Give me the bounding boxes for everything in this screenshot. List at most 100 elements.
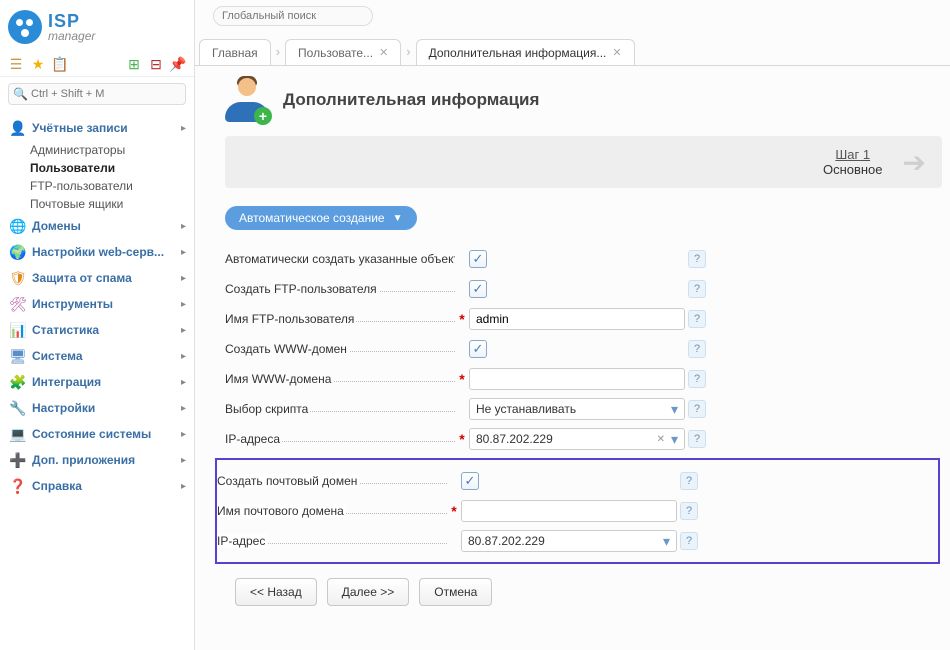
help-icon[interactable]: ?	[688, 400, 706, 418]
ip_addrs-select[interactable]: 80.87.202.229✕▾	[469, 428, 685, 450]
help-icon[interactable]: ?	[688, 310, 706, 328]
script-select[interactable]: Не устанавливать▾	[469, 398, 685, 420]
back-button[interactable]: << Назад	[235, 578, 317, 606]
help-icon[interactable]: ?	[680, 502, 698, 520]
nav-group-label: Учётные записи	[32, 121, 175, 135]
help-cell: ?	[685, 370, 709, 388]
mail_create-checkbox[interactable]: ✓	[461, 472, 479, 490]
nav-group-0[interactable]: 👤 Учётные записи ▸	[0, 115, 194, 141]
collapse-icon[interactable]: ⊟	[148, 56, 164, 72]
page-title: Дополнительная информация	[283, 90, 539, 110]
help-cell: ?	[677, 472, 701, 490]
step-indicator[interactable]: Шаг 1 Основное	[823, 147, 883, 177]
nav-sub-item[interactable]: Администраторы	[0, 141, 194, 159]
help-cell: ?	[685, 280, 709, 298]
required-mark: *	[455, 311, 469, 327]
nav-group-9[interactable]: 💻Состояние системы▸	[0, 421, 194, 447]
nav-group-8[interactable]: 🔧Настройки▸	[0, 395, 194, 421]
www_create-checkbox[interactable]: ✓	[469, 340, 487, 358]
sidebar-search-input[interactable]	[8, 83, 186, 105]
nav-group-2[interactable]: 🌍Настройки web-серв...▸	[0, 239, 194, 265]
field-cell: 80.87.202.229▾	[461, 530, 677, 552]
page-header-icon: +	[225, 78, 269, 122]
help-cell: ?	[677, 532, 701, 550]
sidebar-toolbar: ☰ ★ 📋 ⊞ ⊟ 📌	[0, 52, 194, 77]
tab-2[interactable]: Дополнительная информация... ✕	[416, 39, 635, 65]
www_name-input[interactable]	[469, 368, 685, 390]
ftp_name-input[interactable]	[469, 308, 685, 330]
nav-group-label: Справка	[32, 479, 175, 493]
nav-group-icon: ➕	[10, 452, 26, 468]
help-icon[interactable]: ?	[688, 430, 706, 448]
form-row-ip_addrs: IP-адреса*80.87.202.229✕▾?	[225, 424, 950, 454]
button-row: << Назад Далее >> Отмена	[235, 578, 950, 606]
help-icon[interactable]: ?	[688, 370, 706, 388]
chevron-right-icon: ▸	[181, 351, 186, 362]
select-value: Не устанавливать	[476, 402, 665, 416]
cancel-button[interactable]: Отмена	[419, 578, 492, 606]
tab-1[interactable]: Пользовате...✕	[285, 39, 401, 65]
form-row-auto_create: Автоматически создать указанные объекты✓…	[225, 244, 950, 274]
nav-sub-item[interactable]: Почтовые ящики	[0, 195, 194, 213]
expand-icon[interactable]: ⊞	[126, 56, 142, 72]
tab-0[interactable]: Главная	[199, 39, 271, 65]
clipboard-icon[interactable]: 📋	[52, 56, 68, 72]
close-icon[interactable]: ✕	[379, 46, 388, 59]
required-mark: *	[447, 503, 461, 519]
nav-group-4[interactable]: 🛠Инструменты▸	[0, 291, 194, 317]
chevron-down-icon: ▾	[671, 432, 678, 446]
nav-sub-item[interactable]: Пользователи	[0, 159, 194, 177]
global-search-input[interactable]	[213, 6, 373, 26]
chevron-down-icon: ▾	[663, 534, 670, 548]
nav-group-6[interactable]: 🖥Система▸	[0, 343, 194, 369]
nav-group-7[interactable]: 🧩Интеграция▸	[0, 369, 194, 395]
form-row-ftp_create: Создать FTP-пользователя✓?	[225, 274, 950, 304]
nav-group-icon: 🌐	[10, 218, 26, 234]
help-icon[interactable]: ?	[680, 472, 698, 490]
chevron-right-icon: ▸	[181, 123, 186, 134]
nav-group-icon: 👤	[10, 120, 26, 136]
nav-sub-item[interactable]: FTP-пользователи	[0, 177, 194, 195]
clear-icon[interactable]: ✕	[657, 434, 665, 445]
search-icon: 🔍	[13, 87, 28, 101]
mail_name-input[interactable]	[461, 500, 677, 522]
help-icon[interactable]: ?	[688, 340, 706, 358]
help-icon[interactable]: ?	[680, 532, 698, 550]
nav-group-icon: 💻	[10, 426, 26, 442]
required-mark: *	[455, 431, 469, 447]
nav-group-icon: 🖥	[10, 348, 26, 364]
ftp_create-checkbox[interactable]: ✓	[469, 280, 487, 298]
chevron-down-icon: ▼	[393, 213, 403, 224]
mail_ip-select[interactable]: 80.87.202.229▾	[461, 530, 677, 552]
nav-group-1[interactable]: 🌐Домены▸	[0, 213, 194, 239]
section-header[interactable]: Автоматическое создание ▼	[225, 206, 417, 230]
form-row-ftp_name: Имя FTP-пользователя*?	[225, 304, 950, 334]
nav: 👤 Учётные записи ▸ АдминистраторыПользовате…	[0, 111, 194, 509]
help-icon[interactable]: ?	[688, 280, 706, 298]
form-row-script: Выбор скрипта Не устанавливать▾?	[225, 394, 950, 424]
nav-group-11[interactable]: ❓Справка▸	[0, 473, 194, 499]
nav-group-icon: 🌍	[10, 244, 26, 260]
auto_create-checkbox[interactable]: ✓	[469, 250, 487, 268]
help-icon[interactable]: ?	[688, 250, 706, 268]
favorite-icon[interactable]: ★	[30, 56, 46, 72]
nav-group-label: Настройки web-серв...	[32, 245, 175, 259]
tab-label: Дополнительная информация...	[429, 46, 607, 60]
nav-group-label: Настройки	[32, 401, 175, 415]
nav-group-5[interactable]: 📊Статистика▸	[0, 317, 194, 343]
toolbar-list-icon[interactable]: ☰	[8, 56, 24, 72]
pin-icon[interactable]: 📌	[170, 56, 186, 72]
nav-group-icon: 🧩	[10, 374, 26, 390]
highlight-box: Создать почтовый домен✓?Имя почтового до…	[215, 458, 940, 564]
tabs-bar: Главная›Пользовате...✕›Дополнительная ин…	[195, 38, 950, 66]
nav-group-3[interactable]: 🛡Защита от спама▸	[0, 265, 194, 291]
chevron-right-icon: ▸	[181, 325, 186, 336]
next-button[interactable]: Далее >>	[327, 578, 410, 606]
close-icon[interactable]: ✕	[612, 46, 621, 59]
section-header-label: Автоматическое создание	[239, 211, 385, 225]
nav-group-10[interactable]: ➕Доп. приложения▸	[0, 447, 194, 473]
form-label: Выбор скрипта	[225, 402, 455, 416]
field-cell: ✓	[469, 340, 685, 358]
content: + Дополнительная информация Шаг 1 Основн…	[195, 66, 950, 650]
field-cell: Не устанавливать▾	[469, 398, 685, 420]
